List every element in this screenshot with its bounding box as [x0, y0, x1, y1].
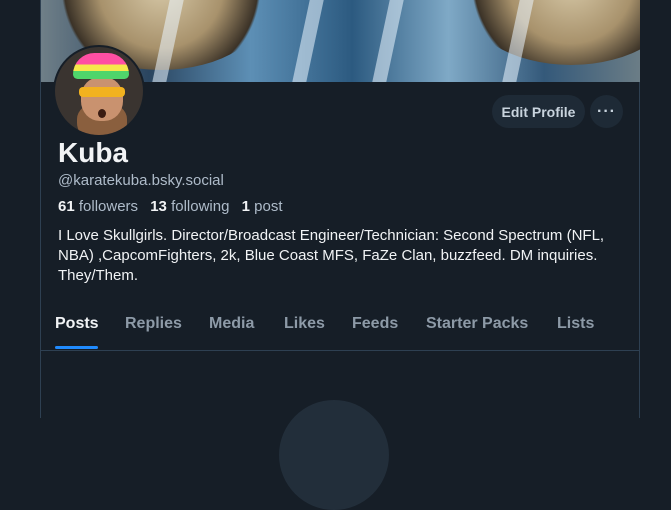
tab-media[interactable]: Media	[209, 315, 254, 333]
tab-replies[interactable]: Replies	[125, 315, 182, 333]
profile-stats: 61 followers 13 following 1 post	[58, 198, 291, 215]
profile-column: Edit Profile ··· Kuba @karatekuba.bsky.s…	[40, 0, 640, 510]
followers-count: 61	[58, 198, 75, 215]
profile-bio: I Love Skullgirls. Director/Broadcast En…	[58, 227, 605, 284]
edit-profile-button[interactable]: Edit Profile	[492, 95, 585, 128]
avatar-mouth	[98, 109, 106, 118]
ellipsis-icon: ···	[597, 102, 616, 120]
posts-stat: 1 post	[242, 198, 283, 215]
posts-count: 1	[241, 198, 250, 215]
tab-posts[interactable]: Posts	[55, 315, 99, 333]
following-label: following	[171, 198, 230, 215]
posts-label: post	[254, 198, 283, 215]
following-count: 13	[150, 198, 167, 215]
more-options-button[interactable]: ···	[590, 95, 623, 128]
profile-tabs: Posts Replies Media Likes Feeds Starter …	[41, 310, 640, 351]
avatar-glasses	[79, 87, 125, 97]
avatar[interactable]	[53, 45, 145, 137]
tab-lists[interactable]: Lists	[557, 315, 594, 333]
banner-stripe	[372, 0, 404, 82]
loading-placeholder	[279, 400, 389, 510]
following-link[interactable]: 13 following	[150, 198, 229, 215]
tab-starter-packs[interactable]: Starter Packs	[426, 315, 528, 333]
display-name: Kuba	[58, 137, 128, 168]
banner-stripe	[292, 0, 324, 82]
tab-likes[interactable]: Likes	[284, 315, 325, 333]
active-tab-indicator	[55, 346, 98, 349]
avatar-hat	[73, 53, 129, 79]
followers-label: followers	[78, 198, 139, 215]
followers-link[interactable]: 61 followers	[58, 198, 138, 215]
banner-art-right	[461, 0, 640, 65]
profile-handle: @karatekuba.bsky.social	[58, 172, 224, 189]
tab-feeds[interactable]: Feeds	[352, 315, 398, 333]
